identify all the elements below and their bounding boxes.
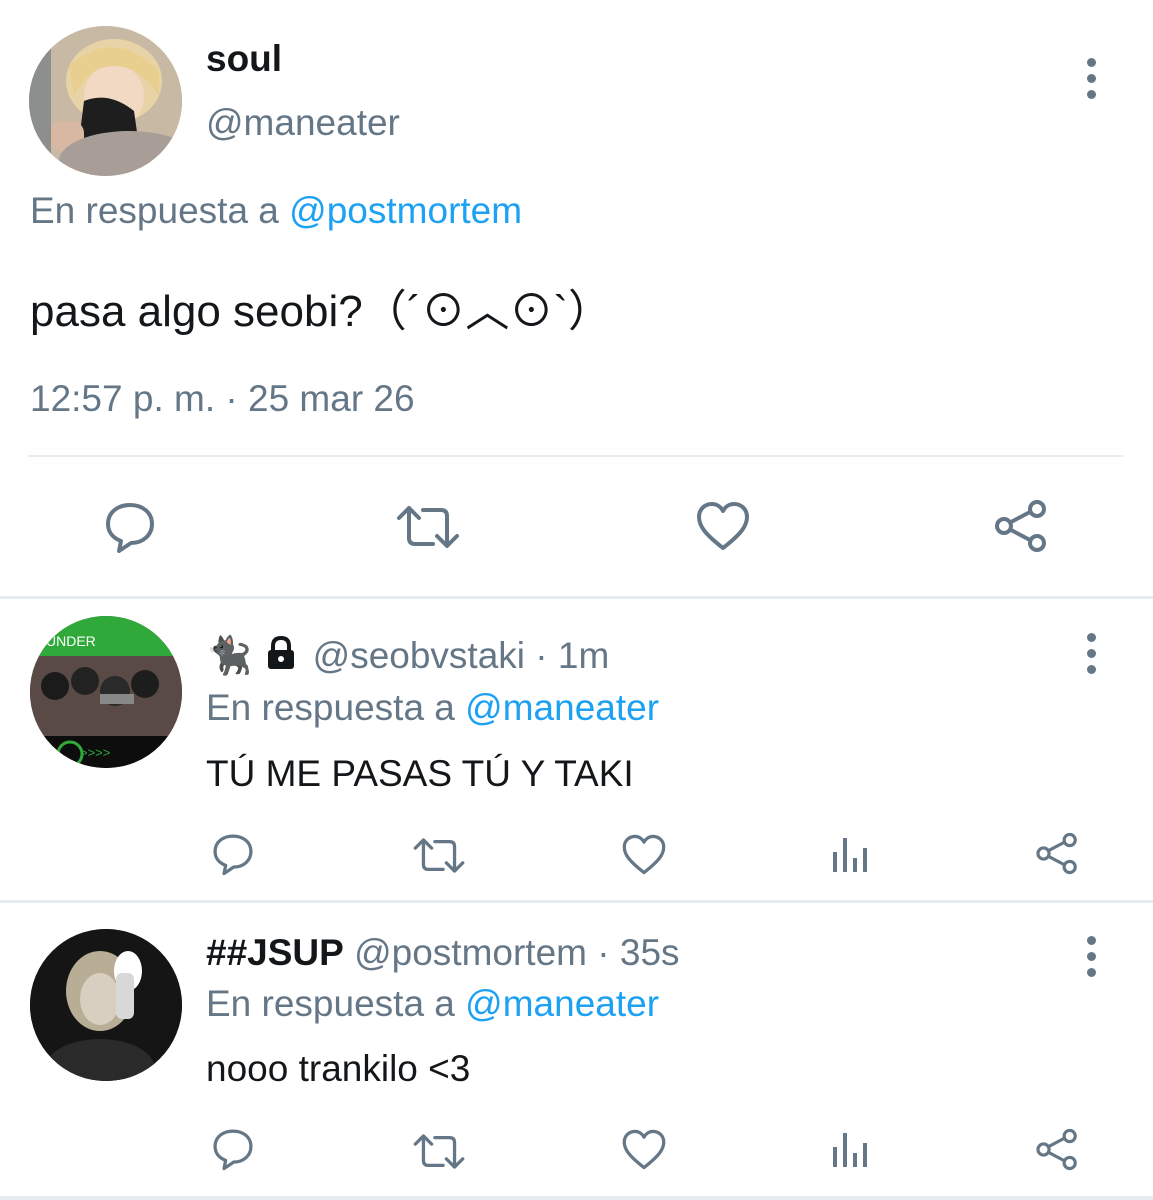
analytics-icon[interactable] (831, 834, 869, 874)
like-icon[interactable] (621, 833, 667, 876)
tweet-time: · 35s (587, 932, 680, 973)
reply-to-link[interactable]: @maneater (465, 983, 659, 1024)
avatar[interactable]: UNDER >>>> (30, 616, 182, 768)
reply-header: 🐈‍⬛ @seobvstaki · 1m (206, 635, 609, 678)
retweet-icon[interactable] (412, 1131, 466, 1172)
like-icon[interactable] (695, 500, 751, 552)
user-handle[interactable]: @postmortem (354, 932, 587, 973)
reply-to-link[interactable]: @maneater (465, 687, 659, 728)
share-icon[interactable] (992, 498, 1050, 554)
tweet-text: pasa algo seobi?（´⊙︿⊙`） (30, 287, 613, 336)
avatar[interactable] (29, 26, 182, 176)
tweet-text: TÚ ME PASAS TÚ Y TAKI (206, 753, 634, 794)
lock-icon (266, 636, 296, 670)
more-options-icon[interactable] (1081, 633, 1101, 674)
cat-emoji: 🐈‍⬛ (206, 635, 253, 676)
more-options-icon[interactable] (1081, 936, 1101, 977)
analytics-icon[interactable] (831, 1129, 869, 1169)
reply-context: En respuesta a @maneater (206, 687, 659, 729)
user-handle[interactable]: @maneater (206, 102, 400, 144)
avatar-arrows: >>>> (80, 745, 110, 760)
reply-prefix: En respuesta a (30, 190, 279, 231)
more-options-icon[interactable] (1081, 58, 1101, 99)
avatar[interactable] (30, 929, 182, 1081)
retweet-icon[interactable] (395, 502, 461, 552)
reply-header: ##JSUP @postmortem · 35s (206, 932, 680, 974)
user-handle[interactable]: @seobvstaki (313, 635, 525, 676)
reply-icon[interactable] (210, 1127, 256, 1171)
tweet-text: nooo trankilo <3 (206, 1048, 471, 1089)
tweet-timestamp: 12:57 p. m. · 25 mar 26 (30, 378, 415, 419)
share-icon[interactable] (1034, 1127, 1080, 1172)
display-name[interactable]: ##JSUP (206, 932, 344, 973)
reply-to-link[interactable]: @postmortem (289, 190, 522, 231)
section-divider (0, 900, 1153, 903)
reply-context: En respuesta a @maneater (206, 983, 659, 1025)
tweet-time: · 1m (525, 635, 610, 676)
reply-prefix: En respuesta a (206, 687, 455, 728)
reply-icon[interactable] (102, 500, 158, 554)
reply-icon[interactable] (210, 832, 256, 876)
retweet-icon[interactable] (412, 835, 466, 876)
reply-prefix: En respuesta a (206, 983, 455, 1024)
like-icon[interactable] (621, 1128, 667, 1171)
section-divider (0, 1196, 1153, 1200)
section-divider (0, 596, 1153, 599)
divider (28, 455, 1123, 457)
share-icon[interactable] (1034, 831, 1080, 876)
reply-context: En respuesta a @postmortem (30, 190, 522, 232)
display-name[interactable]: soul (206, 38, 282, 80)
avatar-banner-text: UNDER (46, 633, 96, 649)
